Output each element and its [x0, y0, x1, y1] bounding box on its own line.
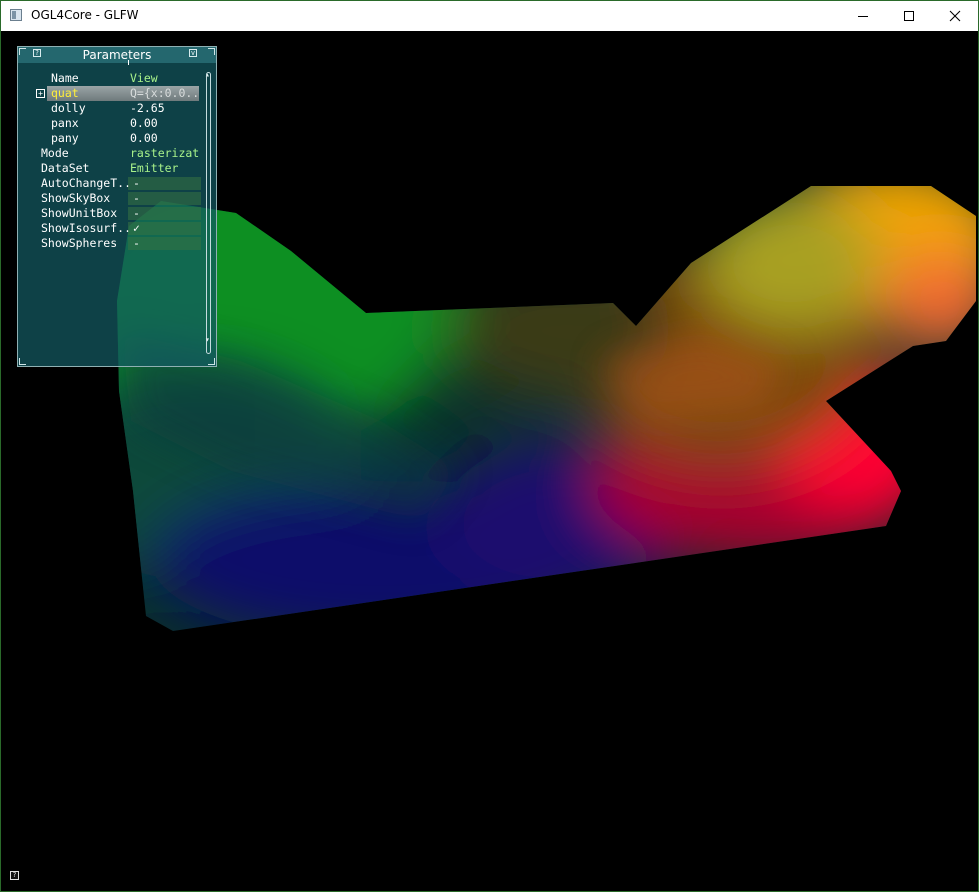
- title-bar[interactable]: OGL4Core - GLFW: [1, 1, 978, 31]
- param-label: ShowUnitBox: [41, 206, 118, 220]
- maximize-button[interactable]: [886, 1, 932, 31]
- header-label: Name: [51, 71, 79, 85]
- param-toggle[interactable]: -: [128, 177, 201, 190]
- parameters-panel[interactable]: ? Parameters v Name View quat Q={x:0.0..…: [17, 46, 217, 367]
- gl-viewport[interactable]: ? Parameters v Name View quat Q={x:0.0..…: [1, 31, 978, 891]
- panel-corner-bottom-right[interactable]: [208, 358, 215, 365]
- panel-title: Parameters: [82, 48, 152, 62]
- param-label: quat: [51, 86, 79, 100]
- param-toggle[interactable]: ✓: [128, 222, 201, 235]
- param-label: panx: [51, 116, 79, 130]
- param-label: DataSet: [41, 161, 90, 175]
- expand-icon[interactable]: +: [36, 89, 45, 98]
- param-row-quat[interactable]: quat Q={x:0.0..: [47, 86, 199, 101]
- param-label: ShowSkyBox: [41, 191, 111, 205]
- header-value: View: [130, 71, 158, 85]
- app-icon: [10, 9, 22, 21]
- param-row-dataset[interactable]: DataSet Emitter: [18, 161, 202, 176]
- param-value[interactable]: 0.00: [130, 116, 200, 131]
- param-row-showskybox[interactable]: ShowSkyBox -: [18, 191, 202, 206]
- panel-minimize-icon[interactable]: v: [189, 49, 197, 57]
- param-value[interactable]: 0.00: [130, 131, 200, 146]
- param-toggle[interactable]: -: [128, 237, 201, 250]
- param-row-autochange[interactable]: AutoChangeT.. -: [18, 176, 202, 191]
- window-title: OGL4Core - GLFW: [31, 8, 139, 22]
- param-toggle[interactable]: -: [128, 207, 201, 220]
- param-row-panx[interactable]: panx 0.00: [18, 116, 202, 131]
- scrollbar-thumb[interactable]: [206, 72, 211, 354]
- param-label: dolly: [51, 101, 86, 115]
- close-icon: [949, 10, 961, 22]
- param-row-pany[interactable]: pany 0.00: [18, 131, 202, 146]
- param-value[interactable]: -2.65: [130, 101, 200, 116]
- param-label: Mode: [41, 146, 69, 160]
- param-row-showisosurface[interactable]: ShowIsosurf.. ✓: [18, 221, 202, 236]
- param-label: ShowSpheres: [41, 236, 118, 250]
- panel-scrollbar[interactable]: [205, 72, 211, 354]
- param-label: ShowIsosurf..: [41, 221, 129, 235]
- close-button[interactable]: [932, 1, 978, 31]
- param-label: AutoChangeT..: [41, 176, 132, 190]
- app-window: OGL4Core - GLFW ? Parameters v Name View…: [0, 0, 979, 892]
- param-label: pany: [51, 131, 79, 145]
- param-row-mode[interactable]: Mode rasterizat..: [18, 146, 202, 161]
- param-toggle[interactable]: -: [128, 192, 201, 205]
- minimize-icon: [858, 15, 868, 17]
- param-row-showspheres[interactable]: ShowSpheres -: [18, 236, 202, 251]
- param-row-dolly[interactable]: dolly -2.65: [18, 101, 202, 116]
- panel-corner-bottom-left[interactable]: [19, 358, 26, 365]
- param-value[interactable]: rasterizat..: [130, 146, 200, 161]
- panel-corner-top-left[interactable]: [19, 48, 26, 55]
- minimize-button[interactable]: [840, 1, 886, 31]
- view-group-header[interactable]: Name View: [18, 71, 202, 86]
- param-value[interactable]: Q={x:0.0..: [130, 86, 198, 101]
- title-caret: [128, 60, 129, 65]
- param-value[interactable]: Emitter: [130, 161, 200, 176]
- global-help-icon[interactable]: ?: [10, 871, 19, 880]
- param-row-showunitbox[interactable]: ShowUnitBox -: [18, 206, 202, 221]
- maximize-icon: [904, 11, 914, 21]
- scroll-down-icon[interactable]: ▾: [205, 336, 210, 344]
- panel-corner-top-right[interactable]: [208, 48, 215, 55]
- panel-title-bar[interactable]: ? Parameters v: [18, 47, 216, 65]
